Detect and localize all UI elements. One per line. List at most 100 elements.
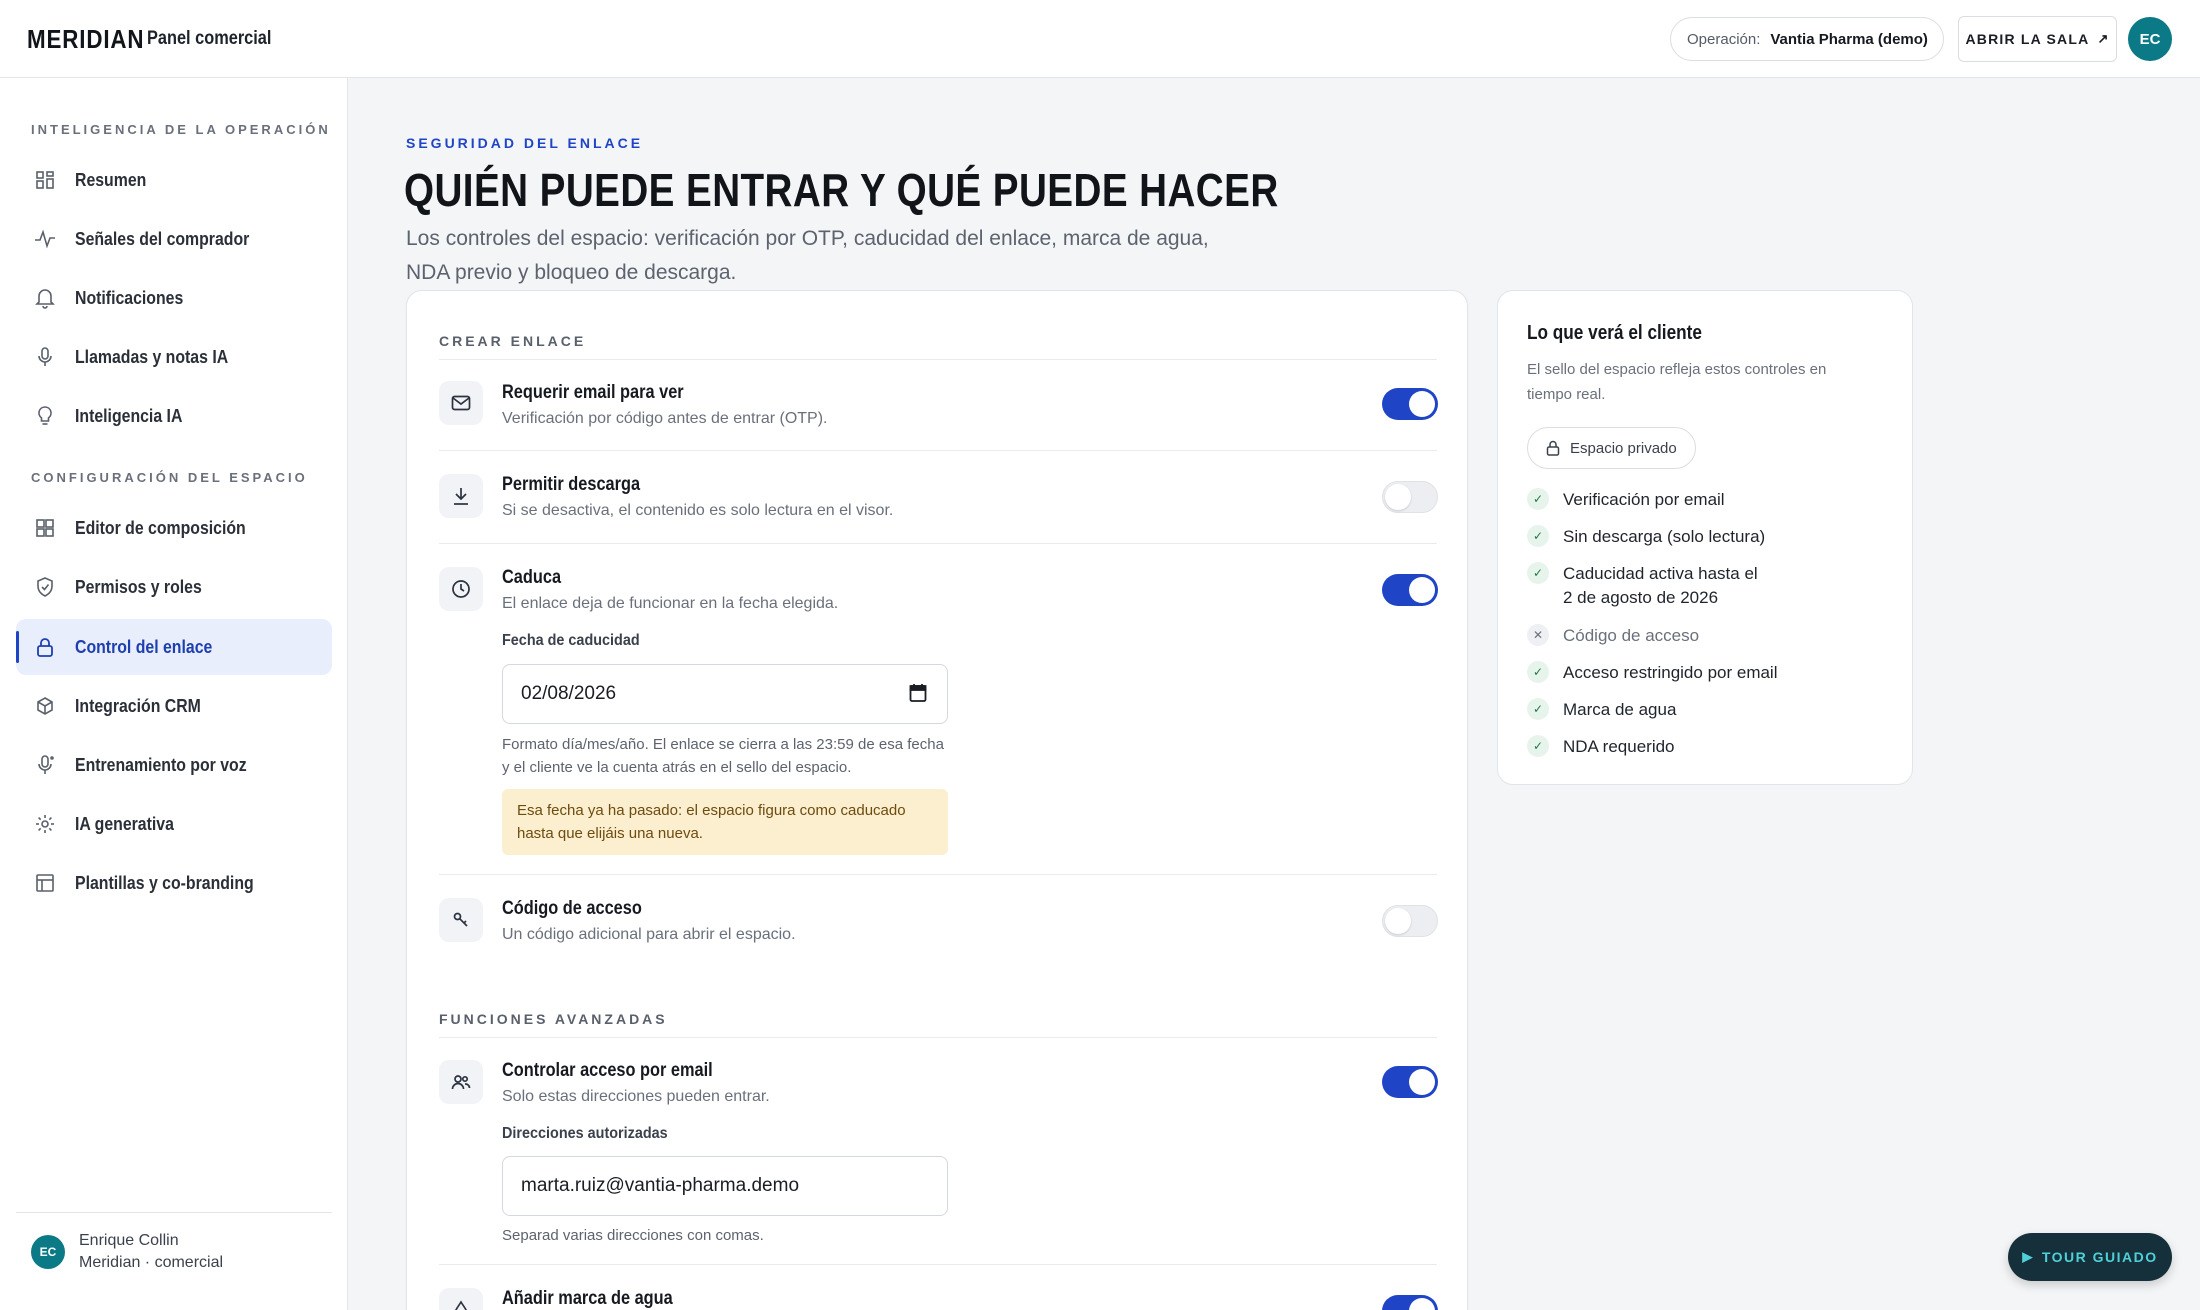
sidebar-item-resumen[interactable]: Resumen <box>16 152 332 208</box>
app-subtitle: Panel comercial <box>147 28 272 49</box>
calendar-icon[interactable] <box>909 683 927 703</box>
page-description: Los controles del espacio: verificación … <box>406 227 1209 284</box>
sidebar-item-label: Resumen <box>75 169 147 190</box>
sidebar-item-notificaciones[interactable]: Notificaciones <box>16 270 332 326</box>
open-room-button[interactable]: ABRIR LA SALA ↗ <box>1958 16 2117 62</box>
toggle-knob <box>1409 577 1435 603</box>
sidebar-section-title: CONFIGURACIÓN DEL ESPACIO <box>31 470 308 485</box>
check-text-line2: 2 de agosto de 2026 <box>1563 588 1719 607</box>
check-item: ✓ Acceso restringido por email <box>1527 661 1777 685</box>
private-space-badge: Espacio privado <box>1527 427 1696 469</box>
access-code-title: Código de acceso <box>502 898 642 919</box>
sidebar-item-label: IA generativa <box>75 813 174 834</box>
authorized-addresses-help: Separad varias direcciones con comas. <box>502 1227 764 1244</box>
preview-description: El sello del espacio refleja estos contr… <box>1527 361 1827 403</box>
sidebar-item-label: Señales del comprador <box>75 228 250 249</box>
divider <box>439 359 1437 360</box>
private-space-label: Espacio privado <box>1570 439 1677 457</box>
lock-icon <box>1546 440 1560 456</box>
divider <box>439 543 1437 544</box>
avatar[interactable]: EC <box>2128 17 2172 61</box>
sidebar-item-inteligencia[interactable]: Inteligencia IA <box>16 388 332 444</box>
guided-tour-button[interactable]: ▶ TOUR GUIADO <box>2008 1233 2172 1281</box>
email-control-toggle[interactable] <box>1382 1066 1438 1098</box>
lock-icon <box>33 635 57 659</box>
sidebar-item-entrenamiento[interactable]: Entrenamiento por voz <box>16 737 332 793</box>
sidebar-item-label: Inteligencia IA <box>75 405 183 426</box>
authorized-addresses-value: marta.ruiz@vantia-pharma.demo <box>521 1175 800 1196</box>
watermark-toggle[interactable] <box>1382 1295 1438 1310</box>
sidebar-item-permisos[interactable]: Permisos y roles <box>16 559 332 615</box>
expiry-date-input[interactable]: 02/08/2026 <box>502 664 948 724</box>
sidebar-item-label: Notificaciones <box>75 287 184 308</box>
bell-icon <box>33 286 57 310</box>
access-code-toggle[interactable] <box>1382 905 1438 937</box>
preview-title: Lo que verá el cliente <box>1527 322 1702 344</box>
check-text-line1: Caducidad activa hasta el <box>1563 564 1758 583</box>
close-icon: ✕ <box>1527 624 1549 646</box>
check-text: Verificación por email <box>1563 490 1725 509</box>
authorized-addresses-label: Direcciones autorizadas <box>502 1125 668 1142</box>
check-item: ✓ Verificación por email <box>1527 488 1725 512</box>
divider <box>439 1037 1437 1038</box>
check-icon: ✓ <box>1527 698 1549 720</box>
require-email-title: Requerir email para ver <box>502 382 684 403</box>
operation-selector[interactable]: Operación: Vantia Pharma (demo) <box>1670 17 1944 61</box>
authorized-addresses-input[interactable]: marta.ruiz@vantia-pharma.demo <box>502 1156 948 1216</box>
sidebar-item-control-enlace[interactable]: Control del enlace <box>16 619 332 675</box>
check-text: NDA requerido <box>1563 737 1675 756</box>
group-title-advanced: FUNCIONES AVANZADAS <box>439 1011 668 1027</box>
operation-label: Operación: <box>1687 30 1761 48</box>
expires-toggle[interactable] <box>1382 574 1438 606</box>
sidebar-item-ia-generativa[interactable]: IA generativa <box>16 796 332 852</box>
pulse-icon <box>33 227 57 251</box>
expiry-help-text: Formato día/mes/año. El enlace se cierra… <box>502 736 944 776</box>
check-item: ✕ Código de acceso <box>1527 624 1699 648</box>
sidebar-item-label: Plantillas y co-branding <box>75 872 254 893</box>
group-title-create-link: CREAR ENLACE <box>439 333 587 349</box>
sidebar-item-plantillas[interactable]: Plantillas y co-branding <box>16 855 332 911</box>
sidebar-divider <box>16 1212 332 1213</box>
sidebar-item-label: Llamadas y notas IA <box>75 346 229 367</box>
check-text: Sin descarga (solo lectura) <box>1563 527 1766 546</box>
sidebar-item-editor[interactable]: Editor de composición <box>16 500 332 556</box>
check-icon: ✓ <box>1527 488 1549 510</box>
expiry-date-value: 02/08/2026 <box>521 683 617 704</box>
sidebar-item-label: Entrenamiento por voz <box>75 754 247 775</box>
sidebar-item-label: Editor de composición <box>75 517 246 538</box>
check-text: Código de acceso <box>1563 626 1700 645</box>
sparkle-icon <box>33 812 57 836</box>
allow-download-toggle[interactable] <box>1382 481 1438 513</box>
lightbulb-icon <box>33 404 57 428</box>
expiry-date-label: Fecha de caducidad <box>502 632 640 649</box>
clock-icon <box>439 567 483 611</box>
link-settings-card: CREAR ENLACE Requerir email para ver Ver… <box>406 290 1468 1310</box>
sidebar-item-crm[interactable]: Integración CRM <box>16 678 332 734</box>
user-role: Meridian · comercial <box>79 1254 224 1271</box>
require-email-toggle[interactable] <box>1382 388 1438 420</box>
require-email-sub: Verificación por código antes de entrar … <box>502 410 828 427</box>
check-item: ✓ Caducidad activa hasta el 2 de agosto … <box>1527 562 1758 610</box>
mail-icon <box>439 381 483 425</box>
expires-title: Caduca <box>502 567 562 588</box>
voice-icon <box>33 753 57 777</box>
divider <box>439 874 1437 875</box>
grid-icon <box>33 168 57 192</box>
layout-icon <box>33 516 57 540</box>
sidebar-item-llamadas[interactable]: Llamadas y notas IA <box>16 329 332 385</box>
open-room-label: ABRIR LA SALA <box>1965 31 2090 47</box>
divider <box>439 450 1437 451</box>
watermark-title: Añadir marca de agua <box>502 1288 673 1309</box>
play-icon: ▶ <box>2022 1249 2034 1264</box>
expires-sub: El enlace deja de funcionar en la fecha … <box>502 595 839 612</box>
brand-logo[interactable]: MERIDIAN <box>27 24 144 55</box>
key-icon <box>439 898 483 942</box>
cube-icon <box>33 694 57 718</box>
toggle-knob <box>1385 908 1411 934</box>
check-icon: ✓ <box>1527 735 1549 757</box>
user-profile[interactable]: EC Enrique Collin Meridian · comercial <box>31 1230 223 1274</box>
page-title: QUIÉN PUEDE ENTRAR Y QUÉ PUEDE HACER <box>404 164 1279 216</box>
check-icon: ✓ <box>1527 562 1549 584</box>
sidebar-item-senales[interactable]: Señales del comprador <box>16 211 332 267</box>
check-text: Caducidad activa hasta el 2 de agosto de… <box>1563 562 1758 610</box>
